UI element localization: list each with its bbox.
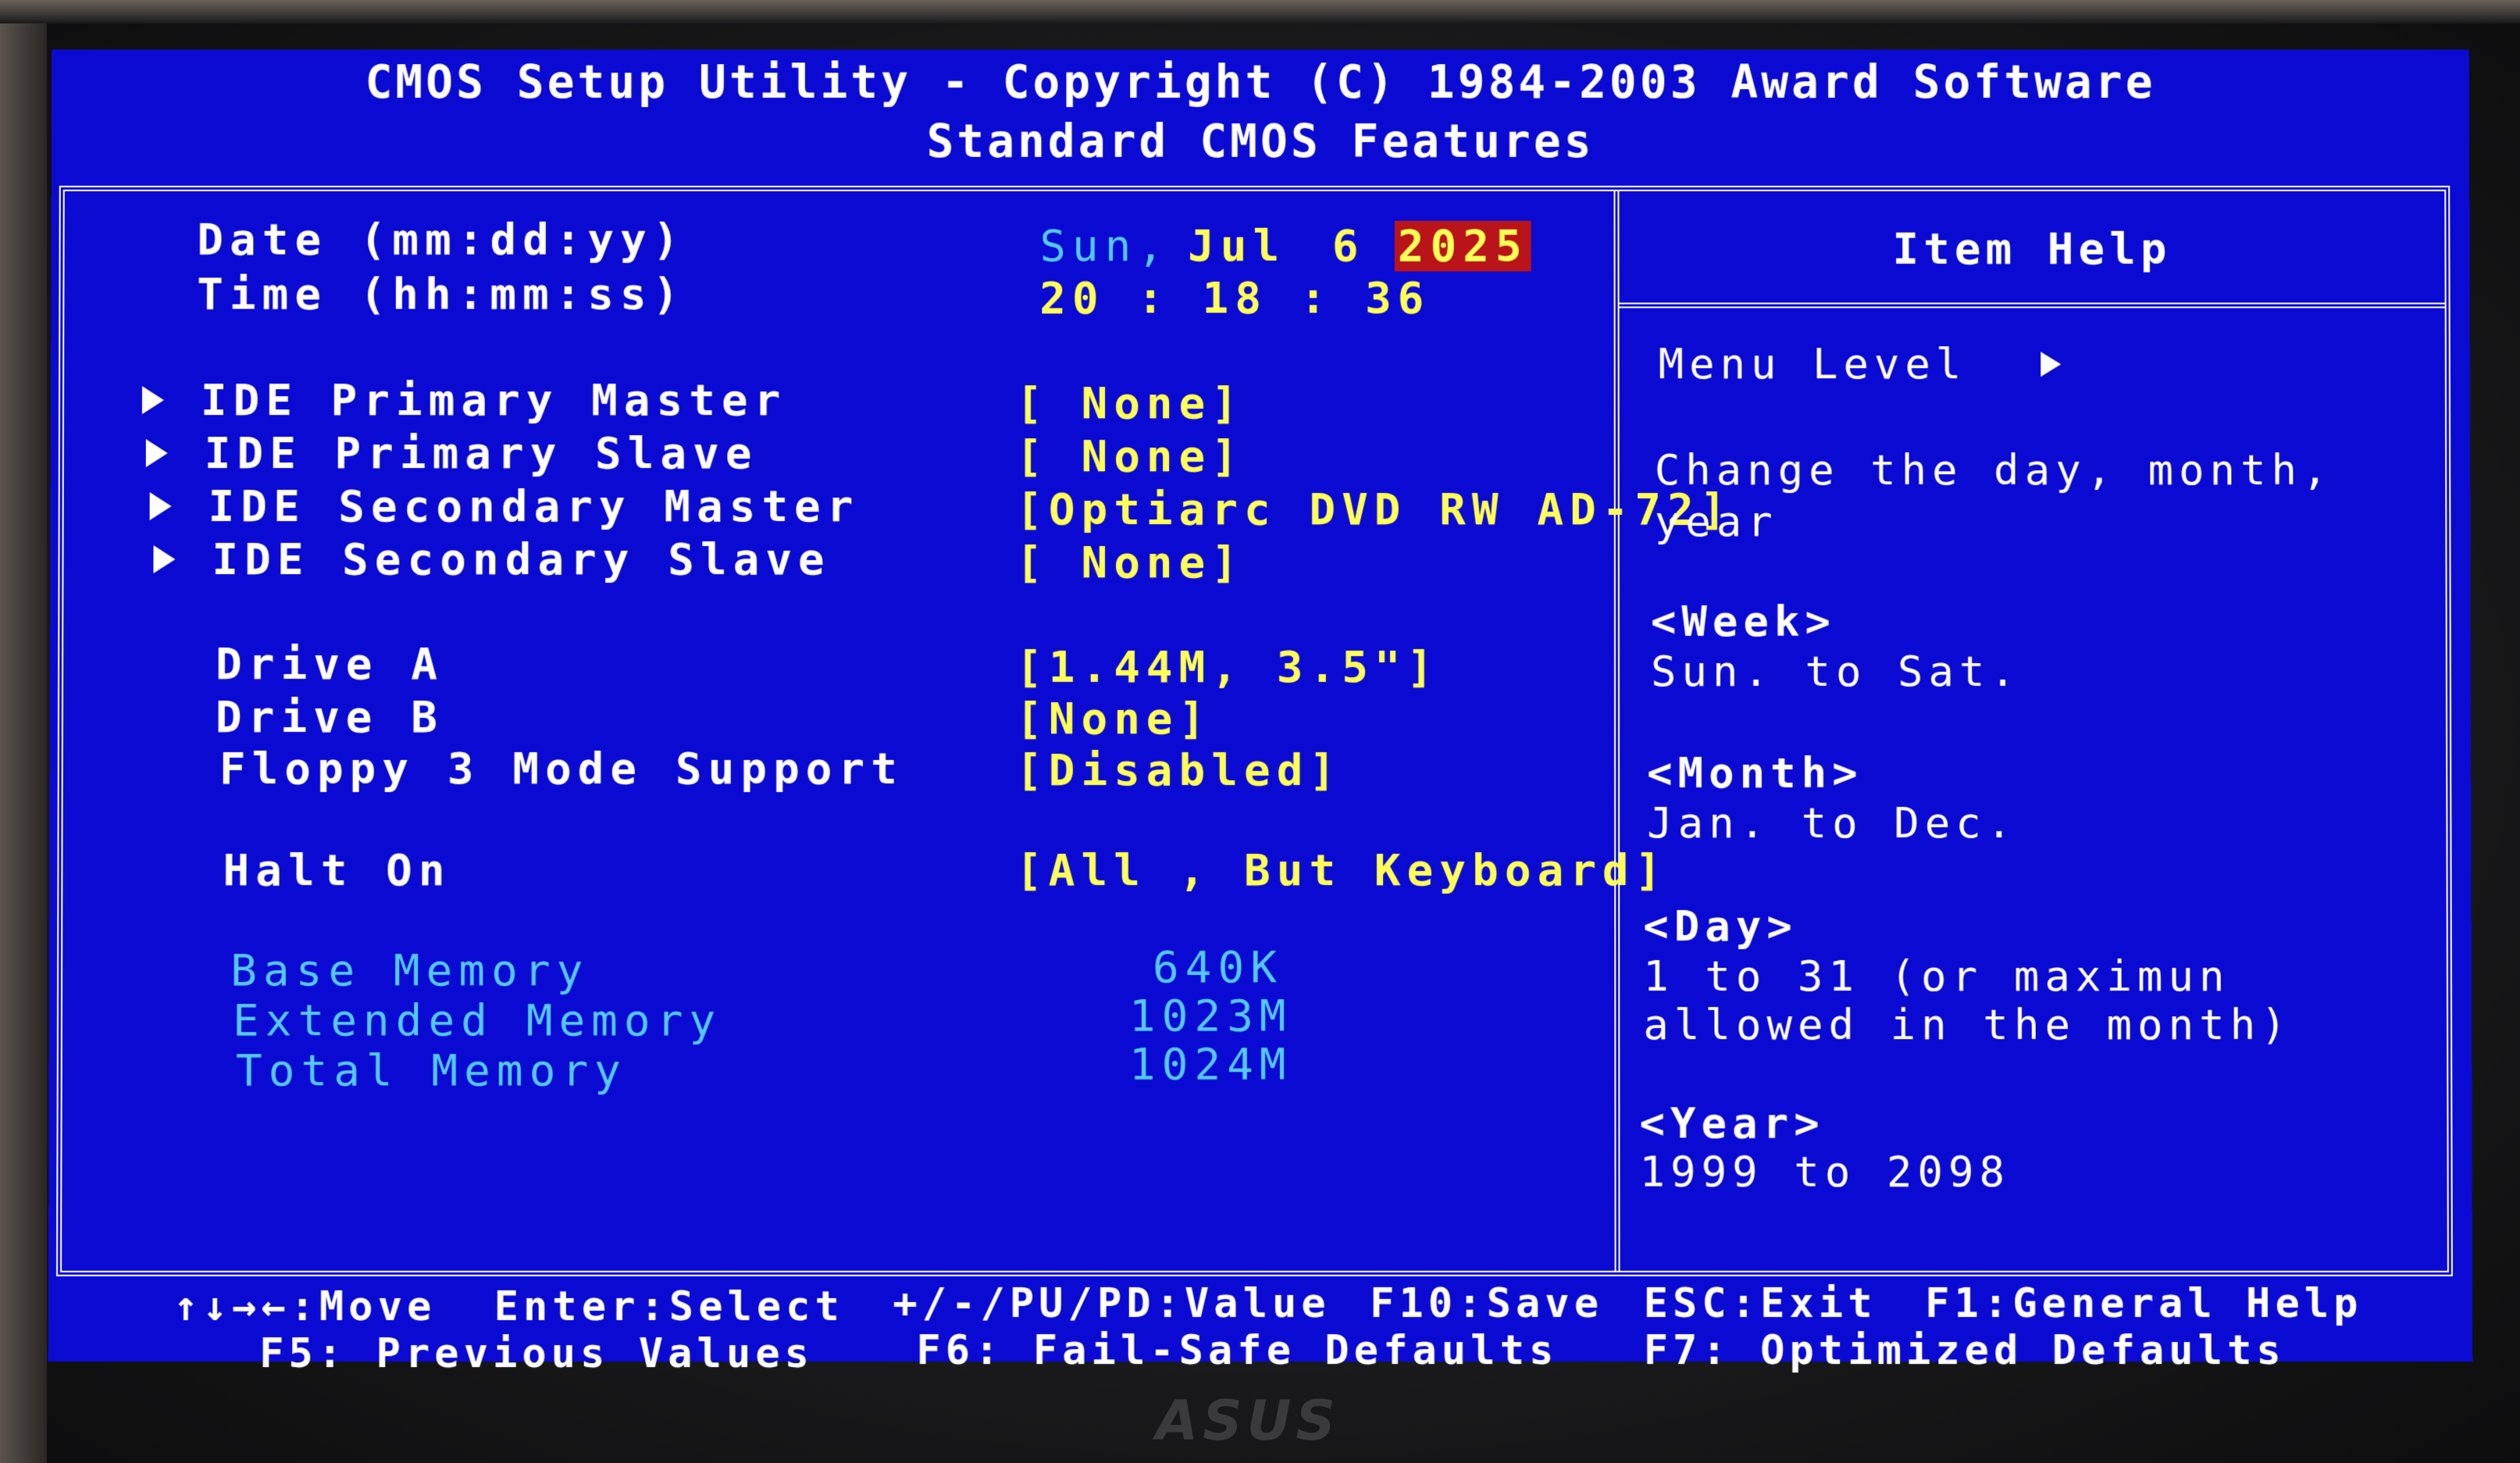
background-wall — [0, 0, 47, 1463]
drive-a-label[interactable]: Drive A — [216, 639, 444, 690]
help-week-title: <Week> — [1650, 597, 1836, 647]
help-day-title: <Day> — [1643, 901, 1798, 951]
footer-save: F10:Save — [1370, 1279, 1604, 1328]
extended-memory-label: Extended Memory — [232, 995, 722, 1047]
submenu-arrow-icon — [153, 545, 176, 574]
ide-primary-master-label[interactable]: IDE Primary Master — [201, 375, 786, 426]
ide-secondary-slave-label[interactable]: IDE Secondary Slave — [212, 534, 830, 585]
bios-screen: CMOS Setup Utility - Copyright (C) 1984-… — [48, 49, 2473, 1377]
background-top — [0, 0, 2520, 23]
help-week-text: Sun. to Sat. — [1650, 647, 2022, 697]
ide-secondary-slave-value[interactable]: [ None] — [1016, 537, 1244, 588]
footer-optimized-defaults: F7: Optimized Defaults — [1643, 1327, 2286, 1375]
halt-on-label[interactable]: Halt On — [223, 845, 451, 896]
base-memory-label: Base Memory — [230, 945, 590, 997]
drive-b-value[interactable]: [None] — [1016, 694, 1211, 744]
footer-value: +/-/PU/PD:Value — [893, 1279, 1331, 1328]
extended-memory-value: 1023M — [1128, 990, 1292, 1042]
menu-level-label: Menu Level — [1658, 339, 1967, 389]
time-label: Time (hh:mm:ss) — [197, 269, 686, 320]
bios-header: CMOS Setup Utility - Copyright (C) 1984-… — [52, 49, 2469, 190]
footer-move: ↑↓→←:Move — [173, 1283, 437, 1331]
date-weekday: Sun, — [1039, 220, 1170, 272]
footer-exit: ESC:Exit — [1643, 1279, 1877, 1328]
ide-primary-slave-value[interactable]: [ None] — [1016, 431, 1244, 482]
footer-failsafe-defaults: F6: Fail-Safe Defaults — [916, 1327, 1559, 1375]
date-year-selected[interactable]: 2025 — [1394, 220, 1531, 272]
submenu-arrow-icon — [145, 439, 168, 468]
help-day-text2: allowed in the month) — [1643, 1000, 2292, 1050]
drive-a-value[interactable]: [1.44M, 3.5"] — [1016, 642, 1439, 693]
submenu-arrow-icon — [149, 492, 172, 521]
monitor-brand-logo: ASUS — [1156, 1389, 1340, 1453]
help-month-title: <Month> — [1647, 748, 1863, 798]
copyright-line: CMOS Setup Utility - Copyright (C) 1984-… — [365, 55, 2156, 109]
settings-panel: Date (mm:dd:yy) Time (hh:mm:ss) Sun, Jul… — [62, 191, 1733, 1271]
main-frame: Date (mm:dd:yy) Time (hh:mm:ss) Sun, Jul… — [56, 185, 2453, 1276]
page-title: Standard CMOS Features — [926, 115, 1595, 168]
help-month-text: Jan. to Dec. — [1647, 798, 2018, 848]
help-description-line2: year — [1654, 497, 1778, 547]
footer-general-help: F1:General Help — [1925, 1279, 2363, 1328]
ide-primary-master-value[interactable]: [ None] — [1016, 378, 1244, 429]
date-label: Date (mm:dd:yy) — [197, 214, 686, 266]
footer-select: Enter:Select — [494, 1283, 844, 1331]
menu-level-arrow-icon — [2041, 351, 2062, 377]
floppy-mode-value[interactable]: [Disabled] — [1016, 745, 1342, 796]
halt-on-value[interactable]: [All , But Keyboard] — [1016, 845, 1668, 896]
date-day[interactable]: 6 — [1332, 221, 1365, 272]
total-memory-label: Total Memory — [235, 1045, 627, 1097]
floppy-mode-label[interactable]: Floppy 3 Mode Support — [219, 744, 904, 794]
item-help-panel: Item Help Menu Level Change the day, mon… — [1619, 191, 2447, 1271]
help-year-text: 1999 to 2098 — [1639, 1147, 2011, 1197]
time-value[interactable]: 20 : 18 : 36 — [1039, 273, 1430, 324]
item-help-title: Item Help — [1619, 191, 2445, 309]
drive-b-label[interactable]: Drive B — [216, 692, 444, 743]
date-month[interactable]: Jul — [1188, 221, 1285, 272]
help-day-text1: 1 to 31 (or maximun — [1643, 951, 2230, 1001]
help-year-title: <Year> — [1639, 1098, 1825, 1148]
ide-secondary-master-label[interactable]: IDE Secondary Master — [209, 481, 860, 532]
base-memory-value: 640K — [1152, 942, 1283, 994]
total-memory-value: 1024M — [1128, 1039, 1292, 1090]
submenu-arrow-icon — [141, 386, 164, 415]
help-description-line1: Change the day, month, — [1654, 445, 2333, 495]
footer-previous-values: F5: Previous Values — [259, 1330, 814, 1378]
ide-primary-slave-label[interactable]: IDE Primary Slave — [205, 428, 758, 479]
key-legend-footer: ↑↓→←:Move Enter:Select +/-/PU/PD:Value F… — [56, 1279, 2454, 1377]
